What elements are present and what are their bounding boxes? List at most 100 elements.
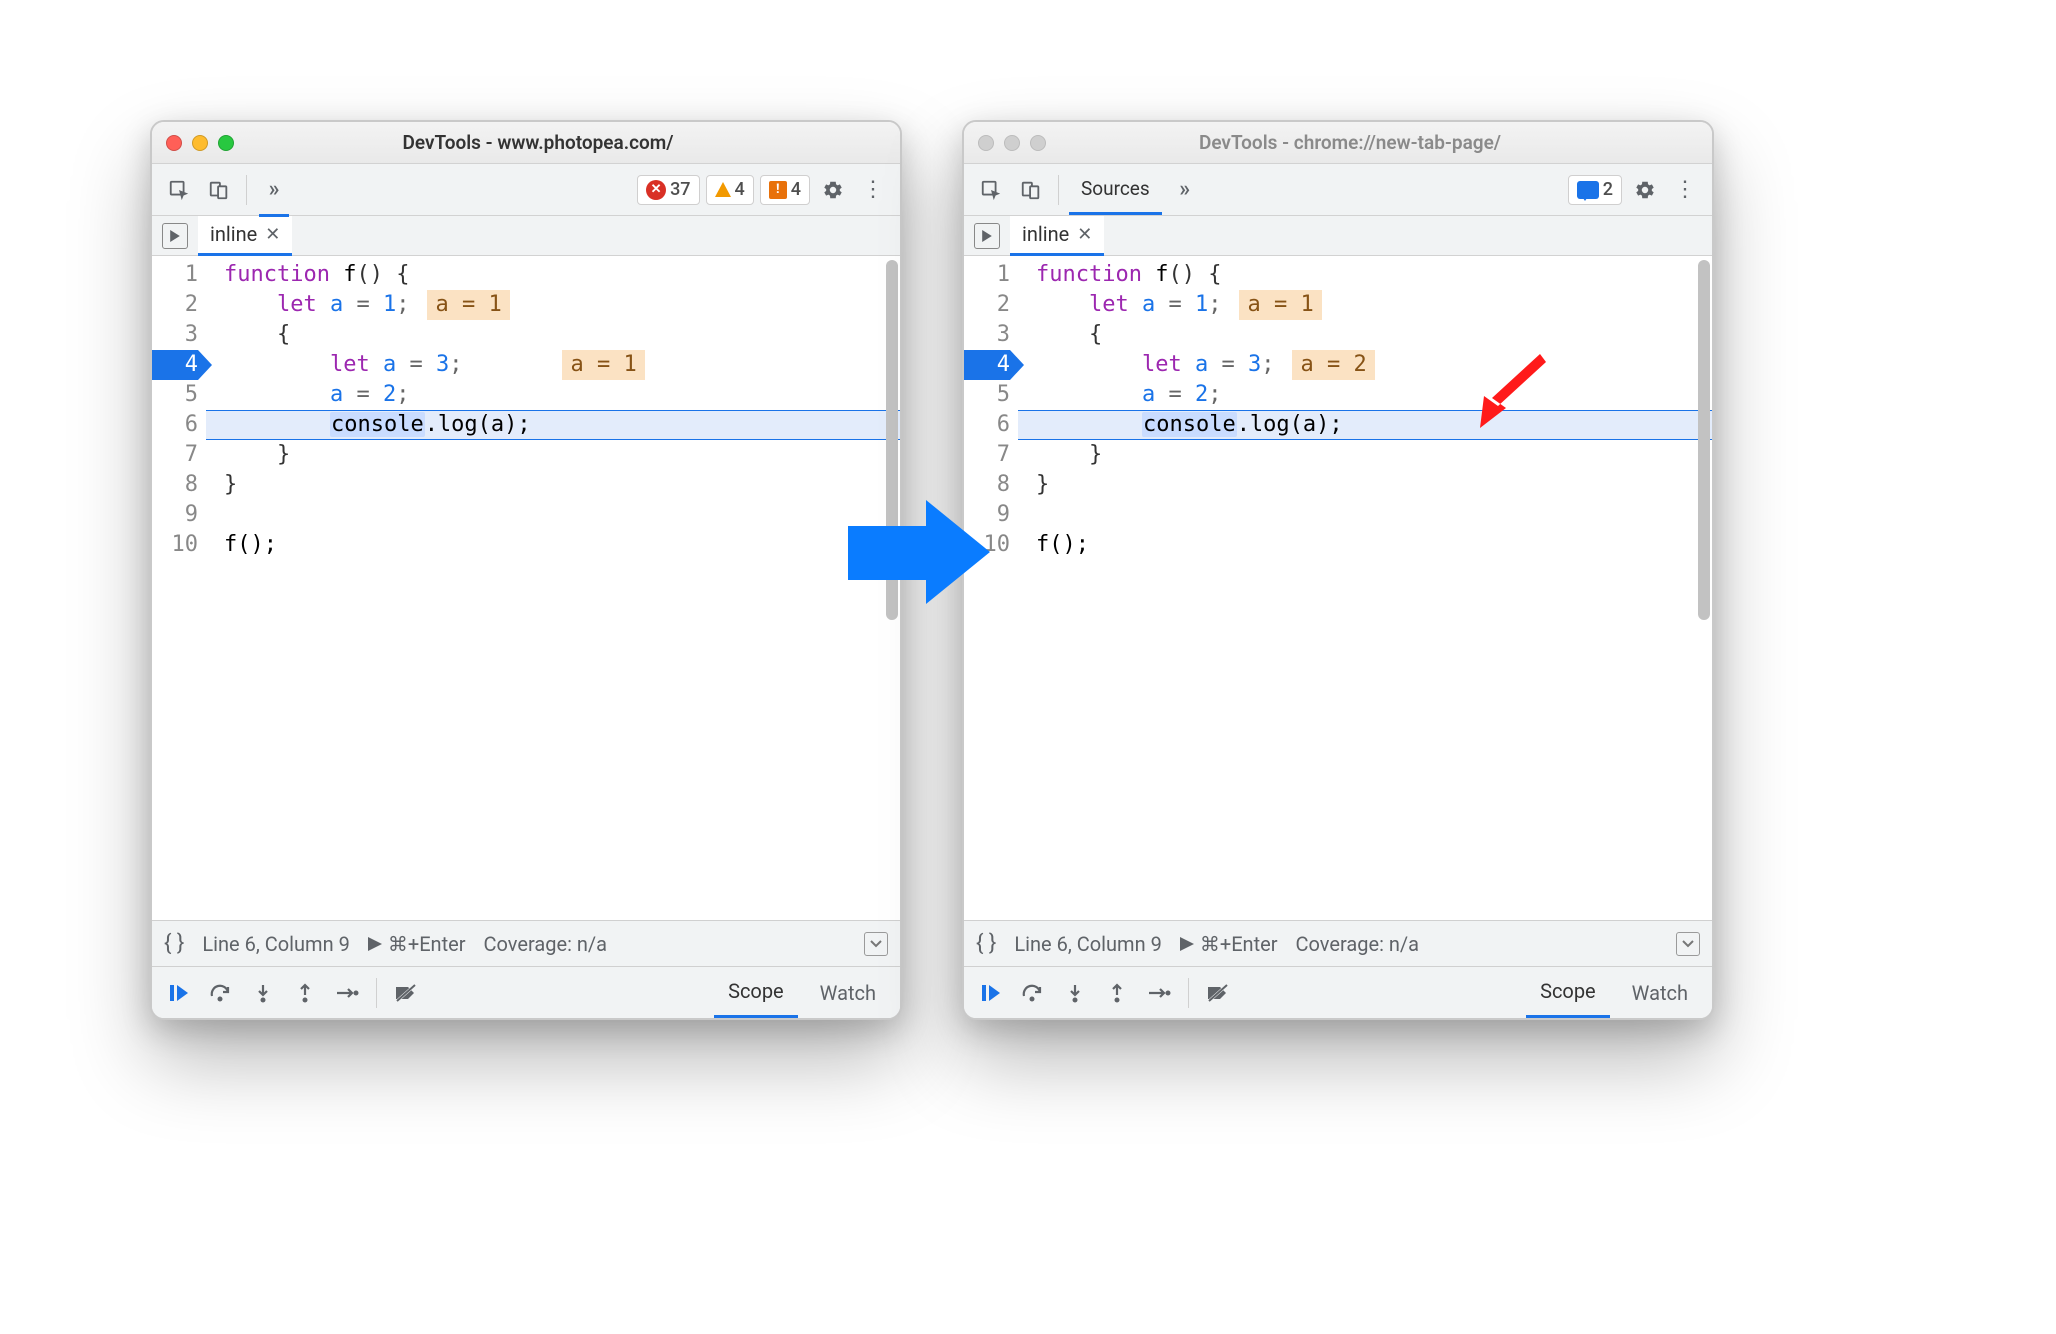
close-icon[interactable] [166,135,182,151]
device-toggle-icon[interactable] [1014,173,1048,207]
errors-count: 37 [670,179,690,200]
warnings-badge[interactable]: 4 [706,175,754,205]
debugger-toolbar: Scope Watch [964,966,1712,1018]
deactivate-breakpoints-icon[interactable] [1201,976,1235,1010]
inline-value: a = 2 [1292,350,1374,380]
kebab-menu-icon[interactable]: ⋮ [1668,173,1702,207]
line-number[interactable]: 7 [964,440,1010,470]
step-icon[interactable] [330,976,364,1010]
file-tab-bar: inline ✕ [152,216,900,256]
file-tab-label: inline [210,222,257,246]
gear-icon[interactable] [816,173,850,207]
kebab-menu-icon[interactable]: ⋮ [856,173,890,207]
line-number[interactable]: 2 [152,290,198,320]
scrollbar[interactable] [1698,260,1710,620]
warning-icon [715,182,731,197]
code-editor[interactable]: 1 2 3 4 5 6 7 8 9 10 function f() { let … [152,256,900,920]
pretty-print-icon[interactable]: { } [976,931,996,956]
step-icon[interactable] [1142,976,1176,1010]
tab-watch[interactable]: Watch [806,967,890,1018]
file-tab-label: inline [1022,222,1069,246]
main-toolbar: » ✕ 37 4 ! 4 ⋮ [152,164,900,216]
pretty-print-icon[interactable]: { } [164,931,184,956]
tab-scope[interactable]: Scope [714,967,798,1018]
line-gutter[interactable]: 1 2 3 4 5 6 7 8 9 10 [152,256,206,920]
line-number[interactable]: 10 [152,530,198,560]
messages-badge[interactable]: 2 [1568,175,1622,205]
code-editor[interactable]: 1 2 3 4 5 6 7 8 9 10 function f() { let … [964,256,1712,920]
tab-sources[interactable]: Sources [1069,164,1162,215]
step-out-icon[interactable] [288,976,322,1010]
step-over-icon[interactable] [204,976,238,1010]
more-tabs-button[interactable]: » [1168,173,1202,207]
warnings-count: 4 [735,179,745,200]
run-snippet-button[interactable]: ⌘+Enter [1180,932,1278,956]
file-tab-bar: inline ✕ [964,216,1712,256]
status-bar: { } Line 6, Column 9 ⌘+Enter Coverage: n… [152,920,900,966]
messages-count: 2 [1603,179,1613,200]
chevron-down-icon[interactable] [864,932,888,956]
errors-badge[interactable]: ✕ 37 [637,175,699,205]
step-into-icon[interactable] [1058,976,1092,1010]
selected-token: console [330,412,425,437]
line-number[interactable]: 8 [152,470,198,500]
play-icon[interactable] [162,223,188,249]
line-number[interactable]: 2 [964,290,1010,320]
line-number[interactable]: 5 [964,380,1010,410]
step-over-icon[interactable] [1016,976,1050,1010]
resume-icon[interactable] [162,976,196,1010]
line-number[interactable]: 6 [964,410,1010,440]
file-tab-inline[interactable]: inline ✕ [198,216,292,256]
window-title: DevTools - www.photopea.com/ [190,131,886,154]
play-icon[interactable] [974,223,1000,249]
code-content[interactable]: function f() { let a = 1;a = 1 { let a =… [206,256,900,920]
cursor-position: Line 6, Column 9 [202,932,349,956]
issues-count: 4 [791,179,801,200]
tab-watch[interactable]: Watch [1618,967,1702,1018]
line-number[interactable]: 1 [152,260,198,290]
line-number[interactable]: 3 [964,320,1010,350]
step-into-icon[interactable] [246,976,280,1010]
line-number[interactable]: 5 [152,380,198,410]
execution-line-marker[interactable]: 4 [964,350,1010,380]
issue-icon: ! [769,181,787,199]
resume-icon[interactable] [974,976,1008,1010]
file-tab-inline[interactable]: inline ✕ [1010,216,1104,256]
callout-arrow-icon [1450,346,1550,436]
chevron-down-icon[interactable] [1676,932,1700,956]
run-snippet-button[interactable]: ⌘+Enter [368,932,466,956]
deactivate-breakpoints-icon[interactable] [389,976,423,1010]
status-bar: { } Line 6, Column 9 ⌘+Enter Coverage: n… [964,920,1712,966]
inspect-icon[interactable] [162,173,196,207]
tab-scope[interactable]: Scope [1526,967,1610,1018]
close-tab-icon[interactable]: ✕ [1077,224,1092,245]
device-toggle-icon[interactable] [202,173,236,207]
line-number[interactable]: 6 [152,410,198,440]
cursor-position: Line 6, Column 9 [1014,932,1161,956]
message-icon [1577,181,1599,199]
more-tabs-button[interactable]: » [257,173,291,207]
selected-token: console [1142,412,1237,437]
gear-icon[interactable] [1628,173,1662,207]
inline-value: a = 1 [1239,290,1321,320]
step-out-icon[interactable] [1100,976,1134,1010]
close-icon[interactable] [978,135,994,151]
line-number[interactable]: 7 [152,440,198,470]
line-number[interactable]: 1 [964,260,1010,290]
titlebar[interactable]: DevTools - www.photopea.com/ [152,122,900,164]
coverage-label[interactable]: Coverage: n/a [484,932,608,956]
inspect-icon[interactable] [974,173,1008,207]
titlebar[interactable]: DevTools - chrome://new-tab-page/ [964,122,1712,164]
line-number[interactable]: 9 [152,500,198,530]
coverage-label[interactable]: Coverage: n/a [1296,932,1420,956]
execution-line-marker[interactable]: 4 [152,350,198,380]
debugger-toolbar: Scope Watch [152,966,900,1018]
code-content[interactable]: function f() { let a = 1;a = 1 { let a =… [1018,256,1712,920]
line-number[interactable]: 8 [964,470,1010,500]
close-tab-icon[interactable]: ✕ [265,224,280,245]
issues-badge[interactable]: ! 4 [760,175,810,205]
inline-value: a = 1 [562,350,644,380]
window-title: DevTools - chrome://new-tab-page/ [1002,131,1698,154]
devtools-window-right: DevTools - chrome://new-tab-page/ Source… [962,120,1714,1020]
line-number[interactable]: 3 [152,320,198,350]
